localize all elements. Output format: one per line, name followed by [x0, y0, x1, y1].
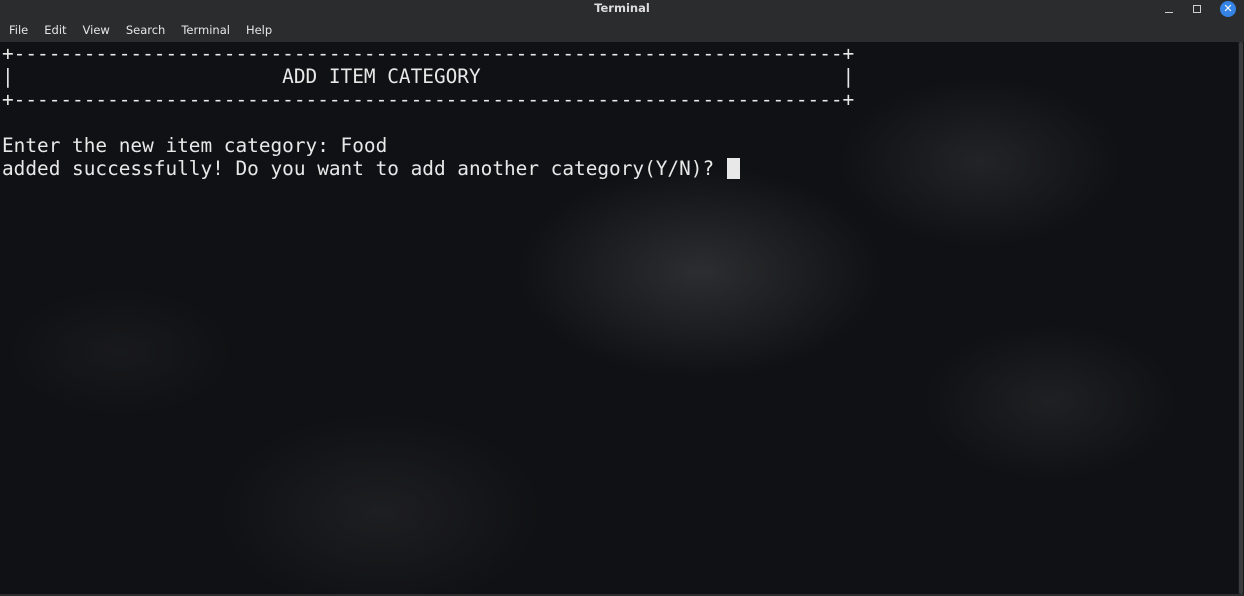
menu-terminal[interactable]: Terminal: [173, 18, 238, 42]
menu-search[interactable]: Search: [118, 18, 174, 42]
close-button[interactable]: ✕: [1219, 0, 1237, 18]
terminal-output-area[interactable]: +---------------------------------------…: [0, 42, 1238, 594]
menu-file[interactable]: File: [1, 18, 36, 42]
minimize-icon: [1165, 11, 1173, 13]
menu-edit[interactable]: Edit: [36, 18, 74, 42]
menu-bar: File Edit View Search Terminal Help: [0, 18, 1244, 42]
title-bar[interactable]: Terminal ✕: [0, 0, 1244, 18]
result-line: added successfully! Do you want to add a…: [2, 157, 740, 180]
maximize-icon: [1193, 5, 1201, 13]
scrollbar-thumb[interactable]: [1239, 42, 1243, 594]
vertical-scrollbar[interactable]: [1238, 42, 1244, 594]
text-cursor: [726, 158, 740, 179]
minimize-button[interactable]: [1161, 0, 1177, 18]
prompt-line: Enter the new item category: Food: [2, 134, 388, 157]
close-icon: ✕: [1220, 1, 1236, 17]
terminal-window: Terminal ✕ File Edit View Search Termina…: [0, 0, 1244, 596]
box-title-line: | ADD ITEM CATEGORY |: [2, 65, 855, 88]
menu-help[interactable]: Help: [238, 18, 280, 42]
menu-view[interactable]: View: [75, 18, 118, 42]
result-text: added successfully! Do you want to add a…: [2, 157, 726, 180]
box-bottom-border: +---------------------------------------…: [2, 88, 855, 111]
window-title: Terminal: [594, 1, 650, 15]
maximize-button[interactable]: [1189, 0, 1205, 18]
box-top-border: +---------------------------------------…: [2, 42, 855, 65]
